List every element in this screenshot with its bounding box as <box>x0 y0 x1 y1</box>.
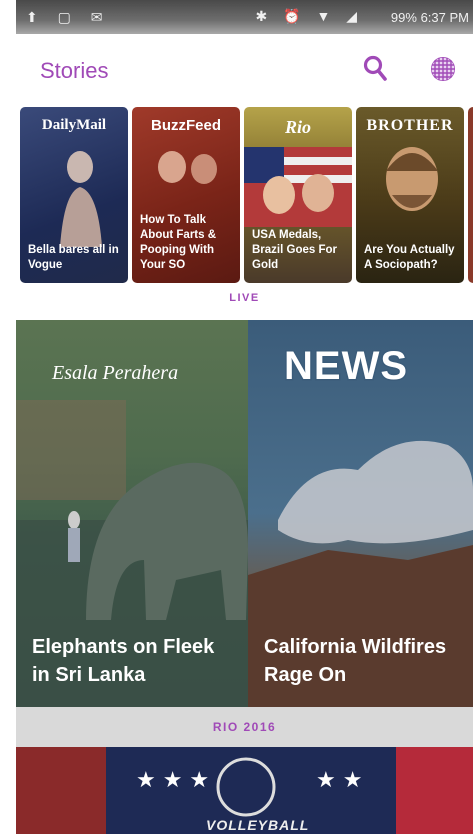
svg-text:★ ★: ★ ★ <box>316 768 362 793</box>
clock: 6:37 PM <box>420 10 469 25</box>
globe-icon[interactable] <box>430 56 456 82</box>
story-photo <box>158 151 217 184</box>
search-icon[interactable] <box>362 54 388 82</box>
live-tile-elephants[interactable]: Esala Perahera Elephants on Fleek in Sri… <box>16 320 248 707</box>
story-caption: USA Medals, Brazil Goes For Gold <box>252 229 337 271</box>
story-brand: BuzzFeed <box>150 117 221 134</box>
system-icons: ✱ ⏰ ▼ ◢ <box>255 8 363 24</box>
story-card-brother[interactable]: BROTHER Are You Actually A Sociopath? <box>356 107 464 283</box>
story-brand: Rio <box>284 117 311 137</box>
story-caption: Are You Actually A Sociopath? <box>364 244 455 271</box>
battery-level: 99% <box>390 10 417 25</box>
story-photo <box>244 147 352 227</box>
story-caption: Bella bares all in Vogue <box>28 244 119 271</box>
tile-badge: Esala Perahera <box>52 362 179 384</box>
tile-title: California Wildfires Rage On <box>264 636 447 686</box>
banner-text: VOLLEYBALL <box>206 817 310 833</box>
story-photo <box>60 151 102 247</box>
svg-text:★ ★ ★: ★ ★ ★ <box>136 768 209 793</box>
story-card-dailymail[interactable]: DailyMail Bella bares all in Vogue <box>20 107 128 283</box>
story-card-partial[interactable] <box>468 107 473 283</box>
tile-badge: NEWS <box>283 343 409 390</box>
app-frame: ⬆ ▢ ✉ ✱ ⏰ ▼ ◢ 99% 6:37 PM Stories DailyM… <box>16 0 473 834</box>
story-carousel[interactable]: DailyMail Bella bares all in Vogue BuzzF… <box>16 107 473 285</box>
tile-title: Elephants on Fleek in Sri Lanka <box>32 636 215 686</box>
story-card-buzzfeed[interactable]: BuzzFeed How To Talk About Farts & Poopi… <box>132 107 240 283</box>
story-card-rio[interactable]: Rio USA Medals, Brazil Goes For Gold <box>244 107 352 283</box>
page-title: Stories <box>40 58 109 83</box>
story-brand: DailyMail <box>41 117 107 133</box>
story-caption: How To Talk About Farts & Pooping With Y… <box>140 214 217 271</box>
rio-section-label: RIO 2016 <box>16 707 473 747</box>
live-section-label: LIVE <box>229 292 260 304</box>
status-time: 99% 6:37 PM <box>391 10 469 25</box>
story-brand: BROTHER <box>366 117 454 134</box>
notification-icons: ⬆ ▢ ✉ <box>26 9 111 25</box>
rio-banner[interactable]: ★ ★ ★ ★ ★ VOLLEYBALL <box>16 747 473 834</box>
live-tile-wildfires[interactable]: NEWS California Wildfires Rage On <box>248 320 473 707</box>
header-bar: Stories <box>16 34 473 106</box>
status-bar: ⬆ ▢ ✉ ✱ ⏰ ▼ ◢ 99% 6:37 PM <box>16 0 473 34</box>
story-photo <box>386 147 438 211</box>
